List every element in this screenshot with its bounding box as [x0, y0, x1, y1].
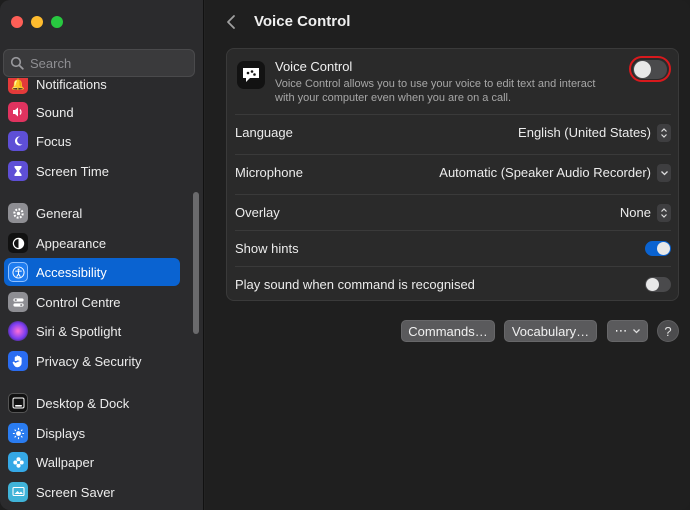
microphone-select[interactable]: Automatic (Speaker Audio Recorder) [439, 163, 671, 182]
sidebar-item-privacy-security[interactable]: Privacy & Security [4, 347, 180, 375]
show-hints-label: Show hints [235, 241, 299, 256]
toggle-knob [634, 60, 651, 78]
ellipsis-icon: ⋯ [614, 323, 628, 338]
more-options-button[interactable]: ⋯ [607, 320, 648, 342]
voice-control-toggle-highlight [629, 56, 671, 82]
control-centre-icon [8, 292, 28, 312]
siri-icon [8, 321, 28, 341]
search-icon [10, 56, 24, 70]
play-sound-label: Play sound when command is recognised [235, 277, 475, 292]
dock-icon [8, 393, 28, 413]
sidebar: Search 🔔 Notifications Sound Focus Scree… [0, 0, 204, 510]
sidebar-item-sound[interactable]: Sound [4, 98, 180, 126]
up-down-chevron-icon [657, 203, 671, 222]
sidebar-item-label: Desktop & Dock [36, 395, 130, 411]
sidebar-item-notifications[interactable]: 🔔 Notifications [4, 78, 180, 98]
toggle-knob [657, 242, 670, 255]
language-value: English (United States) [518, 125, 651, 140]
page-title: Voice Control [254, 13, 351, 30]
microphone-label: Microphone [235, 165, 303, 180]
back-button[interactable] [223, 12, 241, 32]
microphone-value: Automatic (Speaker Audio Recorder) [439, 165, 651, 180]
language-label: Language [235, 125, 293, 140]
voice-control-panel: Voice Control Voice Control allows you t… [226, 48, 679, 301]
language-row: Language English (United States) [235, 114, 671, 150]
show-hints-row: Show hints [235, 230, 671, 266]
sun-icon [8, 423, 28, 443]
play-sound-row: Play sound when command is recognised [235, 266, 671, 302]
sidebar-item-appearance[interactable]: Appearance [4, 229, 180, 257]
gear-icon [8, 203, 28, 223]
sidebar-item-accessibility[interactable]: Accessibility [4, 258, 180, 286]
button-bar: Commands… Vocabulary… ⋯ ? [205, 320, 690, 342]
sidebar-item-label: Screen Saver [36, 484, 115, 500]
sidebar-item-focus[interactable]: Focus [4, 127, 180, 155]
sidebar-item-label: Privacy & Security [36, 353, 142, 369]
sidebar-item-general[interactable]: General [4, 199, 180, 227]
minimize-window-button[interactable] [31, 16, 43, 28]
settings-window: Search 🔔 Notifications Sound Focus Scree… [0, 0, 690, 510]
play-sound-toggle[interactable] [645, 277, 671, 292]
sidebar-item-label: Control Centre [36, 294, 121, 310]
sidebar-item-displays[interactable]: Displays [4, 419, 180, 447]
accessibility-icon [8, 262, 28, 282]
appearance-icon [8, 233, 28, 253]
sidebar-item-wallpaper[interactable]: Wallpaper [4, 448, 180, 476]
sidebar-item-desktop-dock[interactable]: Desktop & Dock [4, 389, 180, 417]
search-placeholder: Search [30, 55, 72, 71]
sidebar-item-label: General [36, 205, 83, 221]
vocabulary-button[interactable]: Vocabulary… [504, 320, 597, 342]
overlay-label: Overlay [235, 205, 280, 220]
sidebar-item-control-centre[interactable]: Control Centre [4, 288, 180, 316]
chevron-down-icon [632, 329, 640, 334]
chevron-left-icon [227, 15, 235, 29]
overlay-select[interactable]: None [619, 203, 671, 222]
screensaver-icon [8, 482, 28, 502]
overlay-row: Overlay None [235, 194, 671, 230]
window-controls [11, 16, 63, 28]
main-pane: Voice Control Voice Control Voice Contro… [205, 0, 690, 510]
search-field[interactable]: Search [3, 49, 195, 77]
voice-control-description: Voice Control allows you to use your voi… [275, 78, 596, 104]
sidebar-item-label: Accessibility [36, 264, 107, 280]
sidebar-scrollbar[interactable] [193, 192, 199, 334]
bell-icon: 🔔 [8, 78, 28, 94]
language-select[interactable]: English (United States) [518, 123, 671, 142]
sidebar-item-label: Appearance [36, 235, 107, 251]
sidebar-item-label: Sound [36, 104, 74, 120]
sidebar-item-siri-spotlight[interactable]: Siri & Spotlight [4, 317, 180, 345]
sidebar-list: 🔔 Notifications Sound Focus Screen Time … [0, 78, 190, 510]
sidebar-item-label: Displays [36, 425, 86, 441]
moon-icon [8, 131, 28, 151]
overlay-value: None [619, 205, 651, 220]
commands-button[interactable]: Commands… [401, 320, 495, 342]
toggle-knob [646, 278, 659, 291]
sidebar-item-label: Focus [36, 133, 72, 149]
sidebar-item-screen-time[interactable]: Screen Time [4, 157, 180, 185]
sidebar-item-screen-saver[interactable]: Screen Saver [4, 478, 180, 506]
sidebar-item-label: Screen Time [36, 163, 109, 179]
sidebar-item-label: Wallpaper [36, 454, 95, 470]
close-window-button[interactable] [11, 16, 23, 28]
help-button[interactable]: ? [657, 320, 679, 342]
voice-control-toggle[interactable] [633, 59, 667, 79]
up-down-chevron-icon [657, 123, 671, 142]
toolbar: Voice Control [205, 0, 690, 44]
speaker-icon [8, 102, 28, 122]
microphone-row: Microphone Automatic (Speaker Audio Reco… [235, 154, 671, 190]
zoom-window-button[interactable] [51, 16, 63, 28]
voice-control-icon [237, 61, 265, 89]
chevron-down-icon [657, 163, 671, 182]
sidebar-item-label: Notifications [36, 78, 107, 92]
sidebar-item-label: Siri & Spotlight [36, 323, 122, 339]
flower-icon [8, 452, 28, 472]
voice-control-title: Voice Control [275, 59, 353, 74]
voice-control-header: Voice Control Voice Control allows you t… [227, 49, 678, 113]
hourglass-icon [8, 161, 28, 181]
show-hints-toggle[interactable] [645, 241, 671, 256]
hand-icon [8, 351, 28, 371]
